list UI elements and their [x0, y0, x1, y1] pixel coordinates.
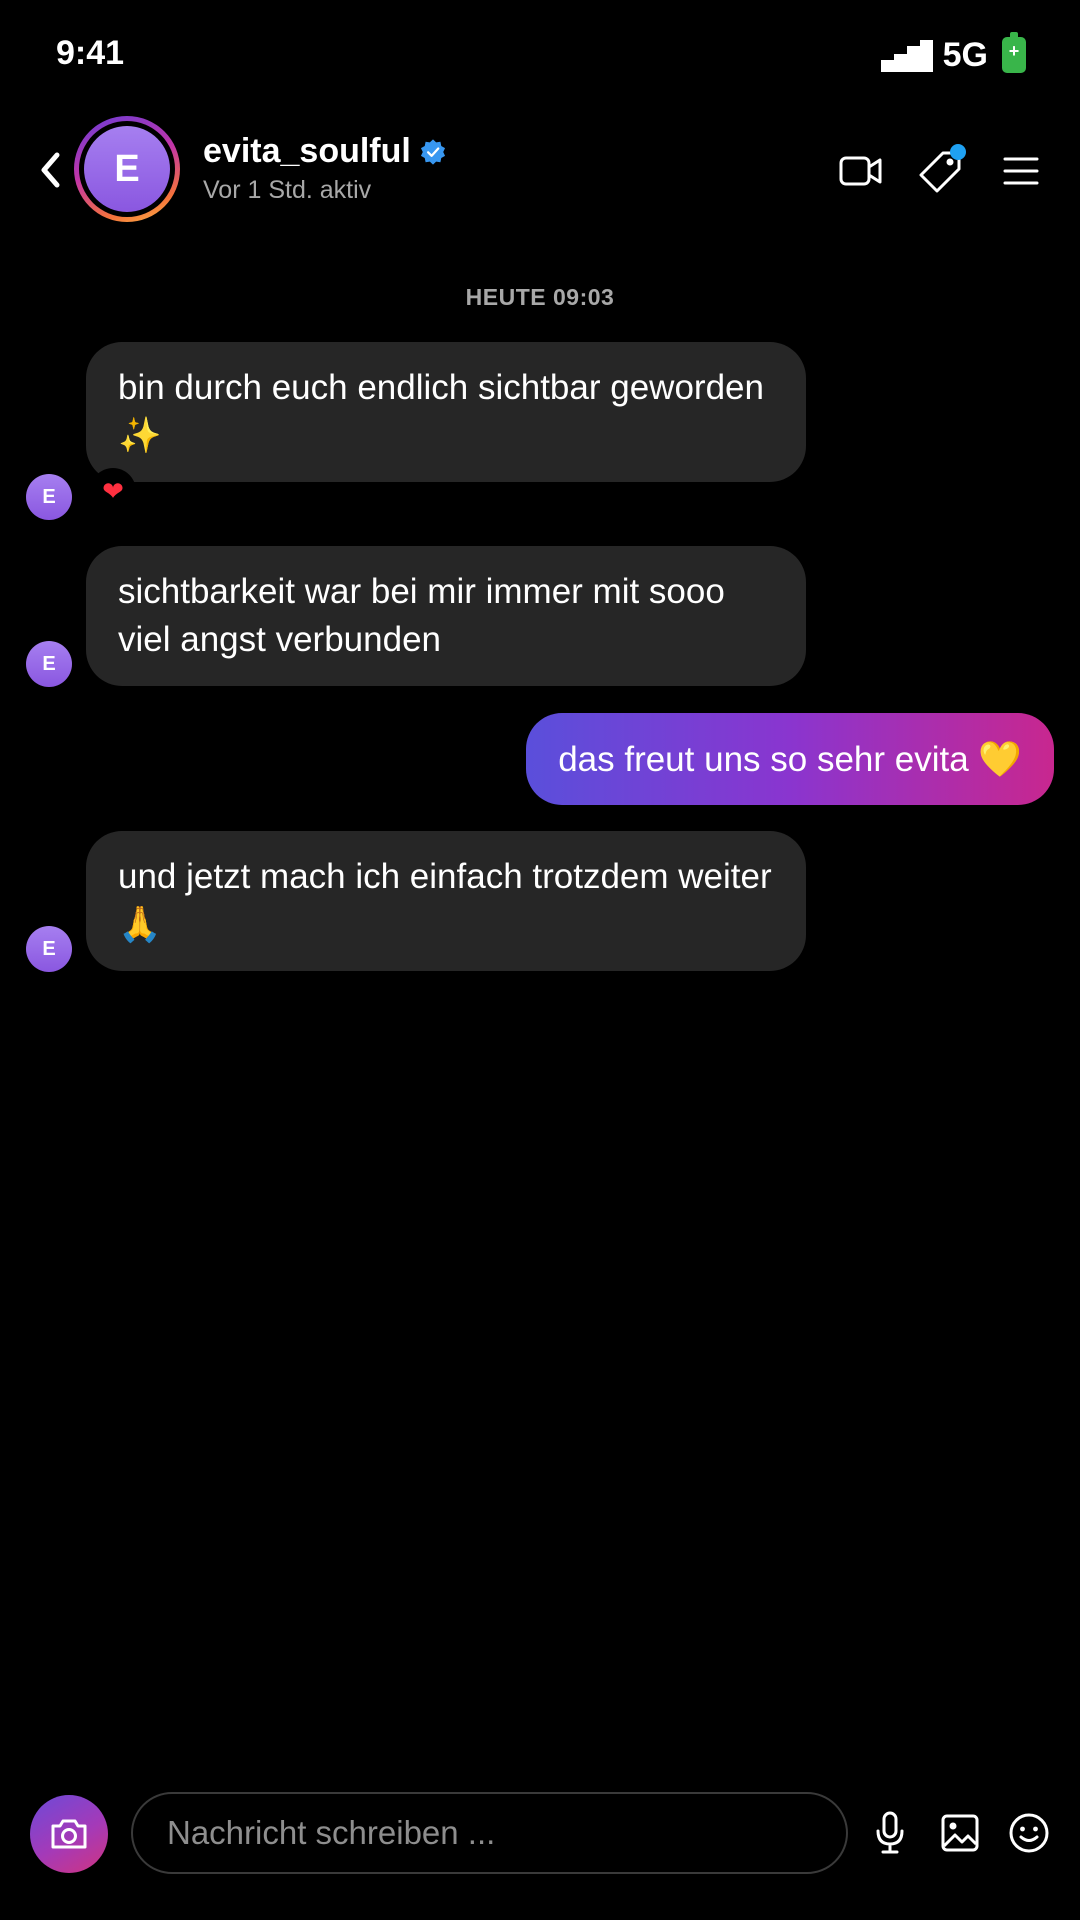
message-bubble-outgoing[interactable]: das freut uns so sehr evita 💛 [526, 713, 1054, 805]
notification-dot [950, 144, 966, 160]
signal-icon [880, 38, 933, 72]
status-bar: 9:41 5G [0, 0, 1080, 110]
video-call-icon [839, 156, 882, 186]
camera-icon [51, 1819, 87, 1849]
header-actions [810, 142, 1050, 200]
status-time: 9:41 [56, 34, 125, 72]
chat-header: E evita_soulful Vor 1 Std. aktiv [0, 110, 1080, 230]
menu-button[interactable] [992, 142, 1050, 200]
gallery-button[interactable] [933, 1806, 987, 1860]
tag-button[interactable] [912, 142, 970, 200]
heart-reaction-icon[interactable]: ❤ [90, 468, 136, 514]
sticker-icon [1009, 1813, 1049, 1853]
profile-name-row[interactable]: evita_soulful [203, 132, 447, 171]
message-composer [0, 1790, 1080, 1880]
back-button[interactable] [30, 140, 70, 200]
chevron-left-icon [41, 152, 60, 188]
status-indicators: 5G [880, 30, 1026, 80]
username[interactable]: evita_soulful [203, 132, 411, 171]
message-input[interactable] [131, 1792, 848, 1874]
date-divider: HEUTE 09:03 [465, 284, 615, 310]
verified-badge-icon [420, 138, 445, 165]
microphone-icon [876, 1811, 904, 1854]
sender-avatar[interactable]: E [26, 474, 72, 520]
camera-button[interactable] [30, 1795, 108, 1873]
message-bubble-incoming[interactable]: sichtbarkeit war bei mir immer mit sooo … [86, 546, 806, 686]
sender-avatar[interactable]: E [26, 641, 72, 687]
sender-avatar[interactable]: E [26, 926, 72, 972]
message-bubble-incoming[interactable]: bin durch euch endlich sichtbar geworden… [86, 342, 806, 482]
gallery-icon [941, 1814, 979, 1852]
network-label: 5G [942, 35, 988, 74]
avatar-initial: E [84, 126, 170, 212]
sticker-button[interactable] [1002, 1806, 1056, 1860]
menu-icon [1003, 157, 1039, 185]
microphone-button[interactable] [863, 1806, 917, 1860]
profile-avatar[interactable]: E [74, 116, 180, 222]
battery-icon [1002, 32, 1026, 73]
activity-status: Vor 1 Std. aktiv [203, 176, 372, 204]
message-bubble-incoming[interactable]: und jetzt mach ich einfach trotzdem weit… [86, 831, 806, 971]
video-call-button[interactable] [832, 142, 890, 200]
